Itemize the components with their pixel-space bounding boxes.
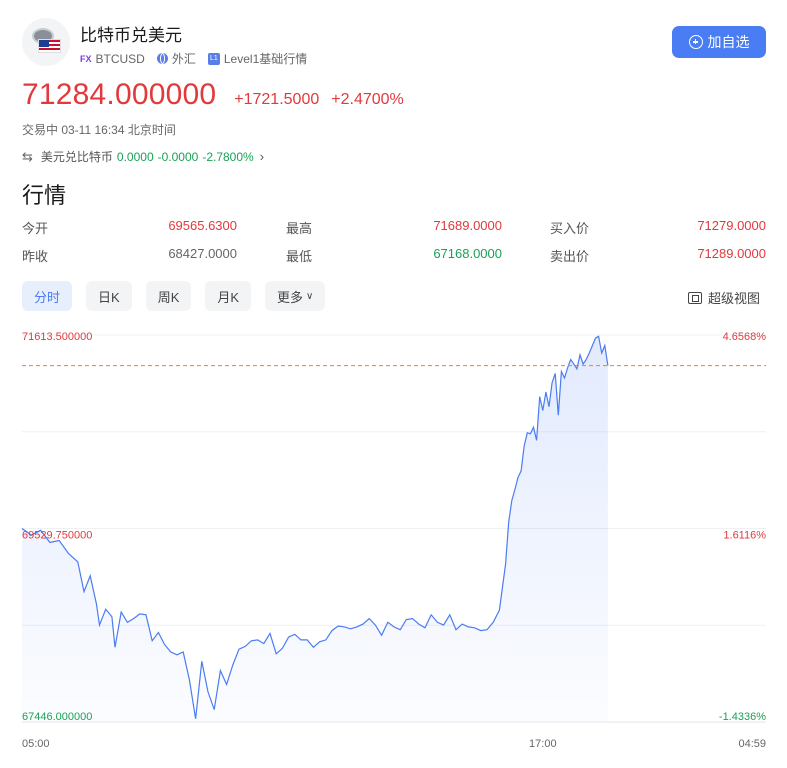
y-left-tick-label: 67446.000000 <box>22 711 92 723</box>
tab-daily-k[interactable]: 日K <box>86 281 132 311</box>
tab-intraday[interactable]: 分时 <box>22 281 73 311</box>
tag-level: L1 Level1基础行情 <box>207 50 308 67</box>
chevron-right-icon: › <box>259 149 265 164</box>
stat-label-low: 最低 <box>286 249 313 264</box>
fx-badge-icon: FX <box>80 53 92 64</box>
tag-level-text: Level1基础行情 <box>223 52 308 66</box>
stat-label-open: 今开 <box>22 221 49 236</box>
inverse-change-pct: -2.7800% <box>202 149 254 164</box>
stats-row: 今开 69565.6300 最高 71689.0000 买入价 71279.00… <box>22 218 767 238</box>
stats-row: 昨收 68427.0000 最低 67168.0000 卖出价 71289.00… <box>22 246 767 266</box>
stat-value-prev-close: 68427.0000 <box>168 246 237 261</box>
stat-value-high: 71689.0000 <box>433 218 502 233</box>
x-tick-label: 17:00 <box>529 738 557 750</box>
instrument-title: 比特币兑美元 <box>80 26 182 45</box>
fullscreen-icon <box>688 291 702 304</box>
stat-value-low: 67168.0000 <box>433 246 502 261</box>
current-price: 71284.000000 <box>22 78 217 111</box>
header: 比特币兑美元 FX BTCUSD 外汇 L1 Level1基础行情 <box>22 18 767 68</box>
stat-label-ask: 卖出价 <box>550 249 590 264</box>
us-flag-icon <box>38 39 61 53</box>
intraday-chart[interactable]: 71613.500000 69529.750000 67446.000000 4.65… <box>0 318 787 763</box>
inverse-change: -0.0000 <box>157 149 199 164</box>
add-watchlist-button[interactable]: 加自选 <box>672 26 766 58</box>
tag-symbol-text: BTCUSD <box>95 51 145 66</box>
stat-label-bid: 买入价 <box>550 221 590 236</box>
inverse-pair-label: 美元兑比特币 <box>40 150 113 164</box>
plus-circle-icon <box>688 35 703 49</box>
y-right-tick-label: -1.4336% <box>719 711 766 723</box>
chevron-down-icon: ∨ <box>306 290 314 302</box>
y-right-tick-label: 4.6568% <box>723 331 767 343</box>
price-change-pct: +2.4700% <box>331 91 404 108</box>
stat-value-bid: 71279.0000 <box>697 218 766 233</box>
add-watchlist-label: 加自选 <box>707 34 750 50</box>
y-left-tick-label: 69529.750000 <box>22 530 92 542</box>
period-tabs: 分时 日K 周K 月K 更多 ∨ <box>22 281 339 311</box>
stat-label-prev-close: 昨收 <box>22 249 49 264</box>
btcusd-logo <box>22 18 70 66</box>
tag-symbol: FX BTCUSD <box>80 52 145 66</box>
stat-label-high: 最高 <box>286 221 313 236</box>
inverse-pair-link[interactable]: ⇆ 美元兑比特币 0.0000 -0.0000 -2.7800% › <box>22 148 264 165</box>
super-view-label: 超级视图 <box>708 291 761 306</box>
tab-more-label: 更多 <box>277 289 304 305</box>
stat-value-open: 69565.6300 <box>168 218 237 233</box>
price-area-fill <box>22 336 608 722</box>
level1-badge-icon: L1 <box>207 52 220 65</box>
x-tick-label: 05:00 <box>22 738 50 750</box>
y-left-tick-label: 71613.500000 <box>22 331 92 343</box>
globe-icon <box>156 53 168 64</box>
tab-weekly-k[interactable]: 周K <box>145 281 192 311</box>
tag-market-text: 外汇 <box>171 52 196 66</box>
tab-monthly-k[interactable]: 月K <box>205 281 252 311</box>
trading-status: 交易中 03-11 16:34 北京时间 <box>22 123 176 137</box>
instrument-tags: FX BTCUSD 外汇 L1 Level1基础行情 <box>80 50 319 67</box>
stat-value-ask: 71289.0000 <box>697 246 766 261</box>
inverse-price: 0.0000 <box>116 149 154 164</box>
section-title: 行情 <box>22 183 67 208</box>
x-tick-label: 04:59 <box>738 738 766 750</box>
tab-more[interactable]: 更多 ∨ <box>265 281 326 311</box>
y-right-tick-label: 1.6116% <box>723 530 766 542</box>
price-change: +1721.5000 <box>234 91 320 108</box>
price-row: 71284.000000 +1721.5000 +2.4700% <box>22 78 404 112</box>
tag-market: 外汇 <box>156 50 196 67</box>
swap-icon: ⇆ <box>22 148 33 164</box>
super-view-button[interactable]: 超级视图 <box>688 288 760 307</box>
